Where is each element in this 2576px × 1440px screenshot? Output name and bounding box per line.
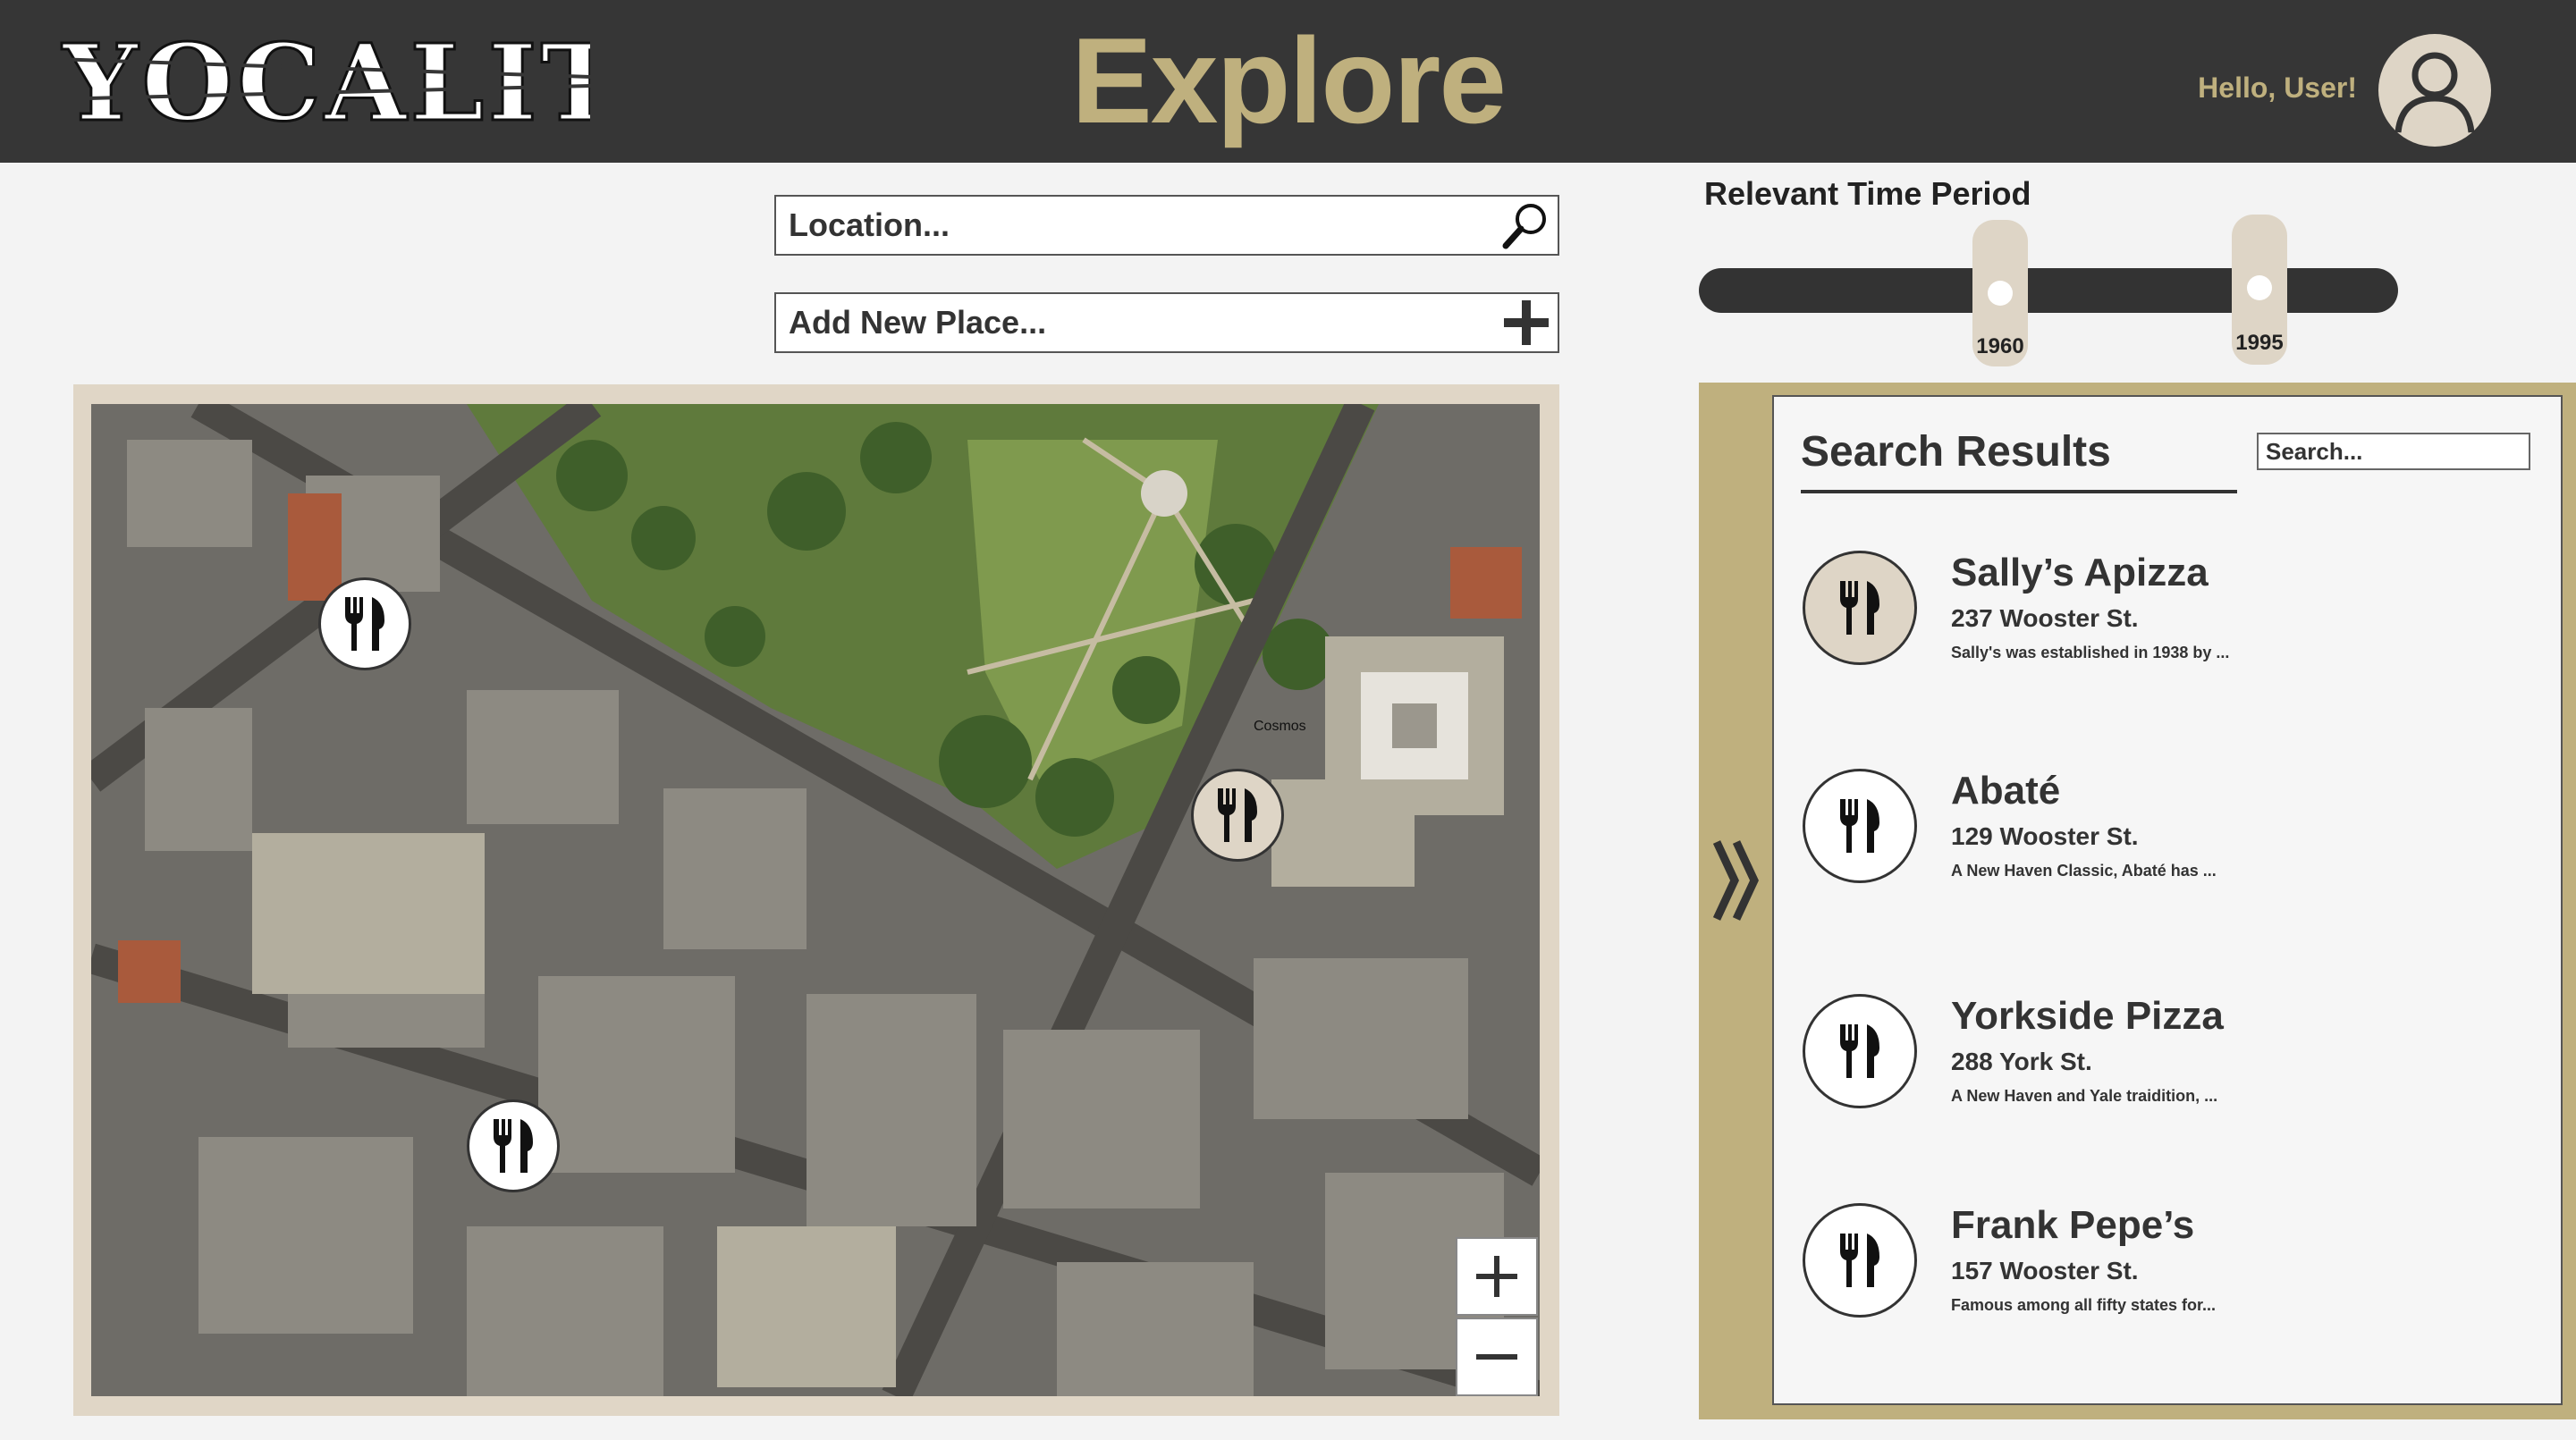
magnifier-icon — [1502, 204, 1546, 249]
result-address: 288 York St. — [1951, 1048, 2092, 1075]
result-address: 129 Wooster St. — [1951, 822, 2139, 850]
end-year-handle-knob — [2247, 275, 2272, 300]
result-item[interactable]: Yorkside Pizza 288 York St. A New Haven … — [1803, 994, 2545, 1137]
results-title: Search Results — [1801, 428, 2111, 476]
result-name: Sally’s Apizza — [1951, 551, 2209, 594]
plus-icon — [1476, 1256, 1517, 1297]
time-period-slider-track[interactable] — [1699, 268, 2398, 313]
map-pin-restaurant[interactable] — [467, 1099, 560, 1192]
result-description: Sally's was established in 1938 by ... — [1951, 644, 2230, 661]
search-button[interactable] — [1495, 195, 1558, 256]
result-icon — [1803, 1203, 1917, 1318]
result-name: Yorkside Pizza — [1951, 994, 2224, 1038]
page-title: Explore — [1071, 13, 1507, 148]
add-place-button[interactable] — [1495, 292, 1558, 353]
fork-knife-icon — [1840, 581, 1879, 635]
result-item[interactable]: Abaté 129 Wooster St. A New Haven Classi… — [1803, 769, 2545, 912]
fork-knife-icon — [1218, 788, 1257, 842]
user-avatar-button[interactable] — [2378, 34, 2491, 147]
add-place-placeholder: Add New Place... — [789, 304, 1047, 341]
map-pin-restaurant-selected[interactable] — [1191, 769, 1284, 862]
result-item[interactable]: Frank Pepe’s 157 Wooster St. Famous amon… — [1803, 1203, 2545, 1346]
result-description: A New Haven Classic, Abaté has ... — [1951, 862, 2217, 880]
collapse-panel-button[interactable] — [1710, 831, 1763, 930]
result-item[interactable]: Sally’s Apizza 237 Wooster St. Sally's w… — [1803, 551, 2545, 694]
fork-knife-icon — [1840, 1234, 1879, 1287]
result-description: Famous among all fifty states for... — [1951, 1296, 2217, 1314]
plus-icon — [1504, 300, 1549, 345]
start-year-label: 1960 — [1976, 334, 2024, 358]
result-address: 237 Wooster St. — [1951, 604, 2139, 632]
satellite-imagery: Cosmos — [91, 404, 1540, 1396]
location-input[interactable]: Location... — [774, 195, 1559, 256]
minus-icon — [1476, 1354, 1517, 1360]
result-icon — [1803, 769, 1917, 883]
zoom-in-button[interactable] — [1456, 1237, 1538, 1316]
result-icon — [1803, 994, 1917, 1108]
add-place-input[interactable]: Add New Place... — [774, 292, 1559, 353]
result-icon — [1803, 551, 1917, 665]
satellite-map[interactable]: Cosmos — [91, 404, 1540, 1396]
end-year-label: 1995 — [2235, 331, 2284, 355]
results-title-underline — [1801, 490, 2237, 493]
map-place-label: Cosmos — [1254, 719, 1306, 734]
fork-knife-icon — [494, 1119, 533, 1173]
result-name: Abaté — [1951, 769, 2061, 813]
result-name: Frank Pepe’s — [1951, 1203, 2195, 1247]
user-icon — [2394, 52, 2475, 133]
result-address: 157 Wooster St. — [1951, 1257, 2139, 1284]
double-chevron-right-icon — [1712, 840, 1759, 921]
fork-knife-icon — [1840, 799, 1879, 853]
start-year-handle-knob — [1988, 281, 2013, 306]
fork-knife-icon — [345, 597, 384, 651]
time-period-title: Relevant Time Period — [1704, 175, 2031, 212]
start-year-handle[interactable]: 1960 — [1972, 220, 2028, 366]
results-search-input[interactable]: Search... — [2257, 433, 2530, 470]
result-description: A New Haven and Yale traidition, ... — [1951, 1087, 2218, 1105]
map-pin-restaurant[interactable] — [318, 577, 411, 670]
end-year-handle[interactable]: 1995 — [2232, 215, 2287, 365]
fork-knife-icon — [1840, 1024, 1879, 1078]
user-greeting: Hello, User! — [2198, 72, 2357, 104]
location-input-placeholder: Location... — [789, 206, 950, 243]
zoom-out-button[interactable] — [1456, 1318, 1538, 1396]
